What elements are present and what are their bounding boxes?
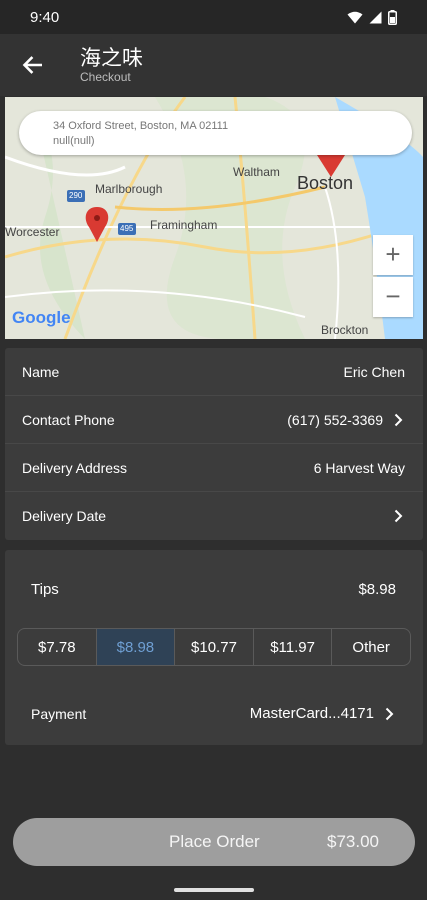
status-bar: 9:40 xyxy=(0,0,427,34)
route-shield-290: 290 xyxy=(69,191,83,200)
name-label: Name xyxy=(22,363,60,380)
address-detail-line: null(null) xyxy=(53,135,95,147)
signal-icon xyxy=(369,11,382,23)
tip-option-4[interactable]: $11.97 xyxy=(254,629,333,665)
zoom-out-button[interactable]: − xyxy=(373,277,413,317)
wifi-icon xyxy=(347,11,363,23)
back-button[interactable] xyxy=(18,51,46,79)
payment-row[interactable]: Payment MasterCard...4171 xyxy=(5,690,423,734)
map-view[interactable]: 34 Oxford Street, Boston, MA 02111 null(… xyxy=(5,97,423,339)
arrow-left-icon xyxy=(22,56,42,74)
delivery-address-value: 6 Harvest Way xyxy=(313,459,405,476)
app-bar: 海之味 Checkout xyxy=(0,34,427,96)
name-row: Name Eric Chen xyxy=(5,348,423,396)
address-search-box[interactable]: 34 Oxford Street, Boston, MA 02111 null(… xyxy=(19,111,412,155)
contact-phone-value: (617) 552-3369 xyxy=(287,411,383,428)
order-total: $73.00 xyxy=(327,832,379,851)
map-label-boston: Boston xyxy=(297,173,354,193)
google-logo-text: Google xyxy=(12,308,71,327)
order-details-card: Name Eric Chen Contact Phone (617) 552-3… xyxy=(5,348,423,540)
payment-label: Payment xyxy=(31,706,87,722)
battery-icon xyxy=(388,9,397,25)
route-shield-495: 495 xyxy=(120,224,134,233)
status-time: 9:40 xyxy=(30,8,60,26)
tip-option-1[interactable]: $7.78 xyxy=(18,629,97,665)
google-logo: Google xyxy=(12,308,71,328)
map-label-worcester: Worcester xyxy=(5,225,60,239)
chevron-right-icon xyxy=(394,413,403,426)
gesture-nav-handle[interactable] xyxy=(174,888,254,892)
page-subtitle: Checkout xyxy=(80,70,131,84)
contact-phone-label: Contact Phone xyxy=(22,411,115,428)
tips-payment-card: Tips $8.98 $7.78 $8.98 $10.77 $11.97 Oth… xyxy=(5,550,423,745)
chevron-right-icon xyxy=(385,707,394,720)
tip-option-3[interactable]: $10.77 xyxy=(175,629,254,665)
name-value: Eric Chen xyxy=(343,363,405,380)
map-label-framingham: Framingham xyxy=(150,218,218,232)
map-label-brockton: Brockton xyxy=(321,323,369,337)
place-order-button[interactable]: Place Order $73.00 xyxy=(13,818,415,866)
map-label-waltham: Waltham xyxy=(233,165,280,179)
tip-option-other[interactable]: Other xyxy=(332,629,410,665)
payment-method-value: MasterCard...4171 xyxy=(249,705,374,722)
address-line: 34 Oxford Street, Boston, MA 02111 xyxy=(53,120,229,132)
chevron-right-icon xyxy=(394,509,403,523)
contact-phone-row[interactable]: Contact Phone (617) 552-3369 xyxy=(5,396,423,444)
zoom-in-button[interactable]: + xyxy=(373,235,413,275)
map-label-marlborough: Marlborough xyxy=(95,182,163,196)
delivery-date-label: Delivery Date xyxy=(22,508,107,524)
page-title: 海之味 xyxy=(80,47,143,70)
delivery-date-row[interactable]: Delivery Date xyxy=(5,492,423,540)
place-order-label: Place Order xyxy=(169,832,260,851)
status-icons xyxy=(347,9,397,25)
tips-label: Tips xyxy=(31,581,59,598)
tip-option-2[interactable]: $8.98 xyxy=(96,629,176,665)
tips-amount: $8.98 xyxy=(358,581,396,598)
delivery-address-row[interactable]: Delivery Address 6 Harvest Way xyxy=(5,444,423,492)
delivery-address-label: Delivery Address xyxy=(22,459,128,476)
tip-selector: $7.78 $8.98 $10.77 $11.97 Other xyxy=(17,628,411,666)
